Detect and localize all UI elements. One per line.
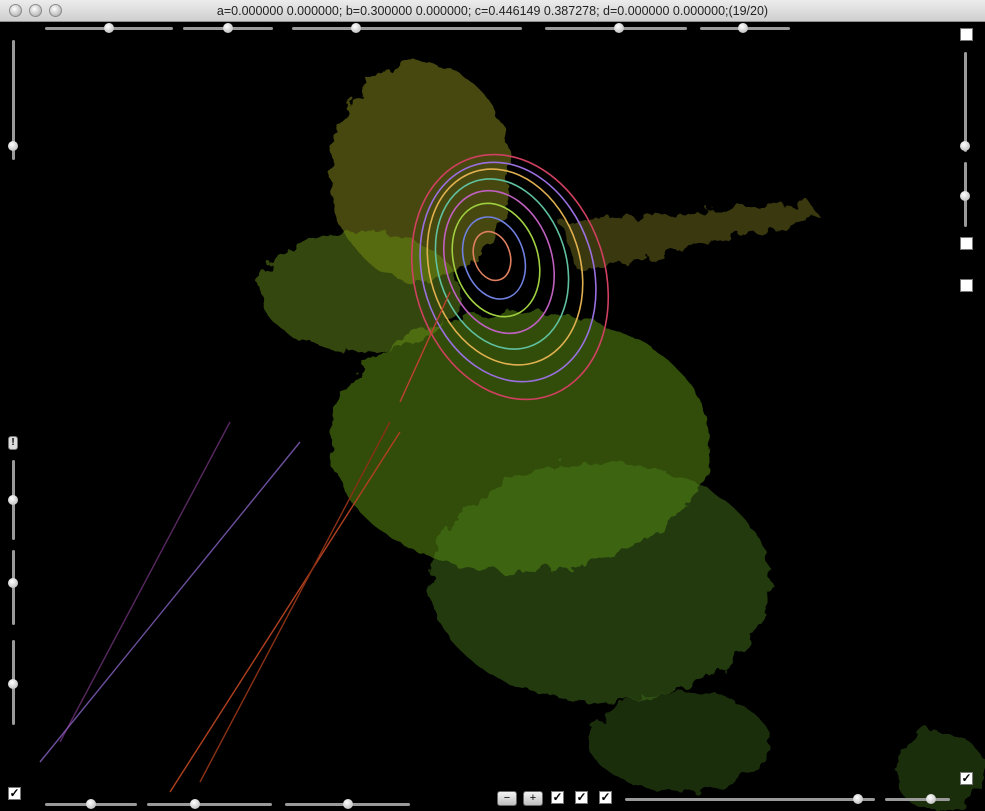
slider-knob[interactable] [8, 578, 18, 588]
slider-knob[interactable] [925, 794, 936, 804]
slider-left-1[interactable] [7, 460, 19, 540]
slider-bottom-4[interactable] [625, 793, 875, 805]
slider-knob[interactable] [8, 140, 18, 151]
slider-knob[interactable] [960, 190, 970, 201]
slider-right-2[interactable] [959, 162, 971, 227]
app-window: a=0.000000 0.000000; b=0.300000 0.000000… [0, 0, 985, 811]
slider-knob[interactable] [8, 495, 18, 505]
slider-track [292, 27, 522, 30]
slider-a-real[interactable] [45, 22, 173, 34]
checkbox-top-right[interactable] [960, 28, 973, 41]
zoom-out-button[interactable]: − [497, 791, 517, 806]
fractal-canvas[interactable] [0, 22, 985, 811]
checkbox-bottom-right[interactable]: ✓ [960, 772, 973, 785]
slider-track [625, 798, 875, 801]
slider-knob[interactable] [86, 799, 96, 809]
window-title: a=0.000000 0.000000; b=0.300000 0.000000… [216, 4, 769, 18]
slider-track [885, 798, 950, 801]
zoom-in-button[interactable]: + [523, 791, 543, 806]
slider-knob[interactable] [351, 23, 362, 33]
slider-knob[interactable] [852, 794, 863, 804]
alert-icon[interactable]: ! [8, 436, 18, 450]
slider-c-imag[interactable] [700, 22, 790, 34]
slider-knob[interactable] [189, 799, 200, 809]
slider-knob[interactable] [104, 23, 114, 33]
slider-knob[interactable] [960, 141, 970, 151]
slider-left-3[interactable] [7, 640, 19, 725]
checkbox-right-3[interactable] [960, 279, 973, 292]
title-bar: a=0.000000 0.000000; b=0.300000 0.000000… [0, 0, 985, 22]
slider-knob[interactable] [8, 679, 18, 690]
slider-left-2[interactable] [7, 550, 19, 625]
slider-track [964, 52, 967, 152]
slider-track [147, 803, 272, 806]
slider-right-1[interactable] [959, 52, 971, 152]
slider-b-real[interactable] [292, 22, 522, 34]
slider-bottom-3[interactable] [285, 798, 410, 810]
slider-knob[interactable] [342, 799, 353, 809]
slider-c-real[interactable] [545, 22, 687, 34]
slider-zoom[interactable] [7, 40, 19, 160]
slider-knob[interactable] [738, 23, 749, 33]
slider-knob[interactable] [613, 23, 624, 33]
checkbox-bottom-2[interactable]: ✓ [575, 791, 588, 804]
fractal-cloud [260, 62, 985, 811]
slider-bottom-2[interactable] [147, 798, 272, 810]
slider-a-imag[interactable] [183, 22, 273, 34]
checkbox-bottom-1[interactable]: ✓ [551, 791, 564, 804]
checkbox-bottom-3[interactable]: ✓ [599, 791, 612, 804]
slider-bottom-1[interactable] [45, 798, 137, 810]
checkbox-bottom-left[interactable]: ✓ [8, 787, 21, 800]
slider-knob[interactable] [223, 23, 233, 33]
checkbox-right-2[interactable] [960, 237, 973, 250]
slider-bottom-5[interactable] [885, 793, 950, 805]
